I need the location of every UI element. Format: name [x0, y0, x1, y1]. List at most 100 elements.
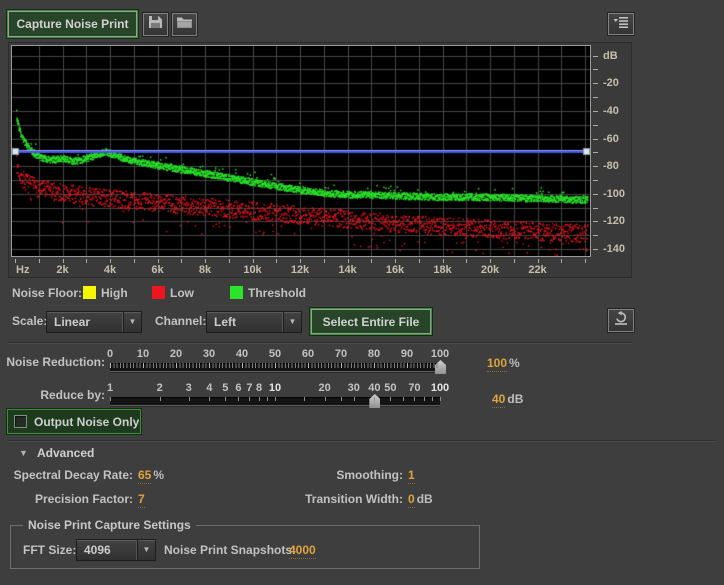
precision-factor-number[interactable]: 7 [138, 492, 145, 508]
slider-tick-label: 6 [235, 382, 241, 394]
channel-select[interactable]: Left ▼ [206, 311, 302, 333]
reduce-by-unit: dB [507, 392, 523, 406]
output-noise-only-label: Output Noise Only [34, 415, 139, 429]
x-tickmark [371, 259, 372, 263]
x-tickmark [86, 259, 87, 263]
transition-width-number[interactable]: 0 [408, 492, 415, 508]
slider-tickmark [414, 397, 415, 401]
noise-print-capture-settings-group: Noise Print Capture Settings FFT Size: 4… [10, 525, 480, 569]
legend-threshold-label: Threshold [248, 286, 306, 300]
capture-noise-print-button[interactable]: Capture Noise Print [8, 11, 137, 37]
slider-tick-label: 8 [256, 382, 262, 394]
reduce-by-value-number[interactable]: 40 [492, 392, 505, 408]
x-tick-label: 22k [528, 264, 546, 276]
x-tickmark [63, 259, 64, 263]
slider-tickmark [440, 397, 441, 401]
noise-reduction-slider[interactable]: 0102030405060708090100 [110, 348, 440, 378]
slider-tick-label: 30 [203, 348, 215, 360]
slider-tickmark [354, 397, 355, 401]
panel-menu-button[interactable] [608, 13, 634, 35]
save-icon [148, 15, 163, 34]
slider-tick-label: 100 [431, 348, 449, 360]
slider-tickmark [374, 397, 375, 401]
noise-print-snapshots-value: 4000 [289, 543, 316, 557]
y-tick-label: -100 [603, 188, 625, 200]
slider-tickmark [432, 397, 433, 401]
slider-tick-label: 50 [269, 348, 281, 360]
scale-label: Scale: [12, 314, 47, 328]
capture-highlight-box: Capture Noise Print [7, 10, 138, 38]
scale-select[interactable]: Linear ▼ [46, 311, 142, 333]
db-axis: dB-20-40-60-80-100-120-140 [593, 45, 633, 257]
noise-print-snapshots-number[interactable]: 4000 [289, 543, 316, 559]
save-noise-print-button[interactable] [143, 13, 168, 36]
frequency-axis: Hz2k4k6k8k10k12k14k16k18k20k22k [11, 258, 591, 277]
fft-size-label: FFT Size: [23, 543, 76, 557]
x-tickmark [419, 259, 420, 263]
spectrum-canvas[interactable] [12, 46, 590, 256]
slider-tickmark [238, 397, 239, 401]
advanced-header[interactable]: Advanced [37, 446, 94, 460]
slider-tickmark [403, 397, 404, 401]
slider-tick-label: 10 [137, 348, 149, 360]
slider-tick-label: 20 [170, 348, 182, 360]
slider-tick-label: 2 [157, 382, 163, 394]
x-tick-label: 18k [433, 264, 451, 276]
y-tick-label: -20 [603, 77, 619, 89]
x-tick-label: Hz [16, 264, 29, 276]
threshold-color-swatch [230, 286, 243, 299]
slider-tickmark [304, 397, 305, 401]
x-tickmark [443, 259, 444, 263]
y-tick-label: -140 [603, 243, 625, 255]
y-tick-label: -40 [603, 105, 619, 117]
precision-factor-label: Precision Factor: [0, 492, 133, 506]
noise-print-snapshots-label: Noise Print Snapshots: [164, 543, 296, 557]
fft-size-select[interactable]: 4096 ▼ [76, 539, 156, 561]
y-tick-label: dB [603, 50, 618, 62]
x-tickmark [324, 259, 325, 263]
noise-floor-legend: Noise Floor: High Low Threshold [0, 286, 724, 301]
open-noise-print-button[interactable] [172, 13, 197, 36]
scale-value: Linear [47, 315, 123, 329]
x-tick-label: 20k [481, 264, 499, 276]
x-tickmark [158, 259, 159, 263]
x-tickmark [395, 259, 396, 263]
high-color-swatch [83, 286, 96, 299]
precision-factor-value: 7 [138, 492, 147, 506]
y-tickmark [593, 249, 598, 250]
smoothing-number[interactable]: 1 [408, 468, 415, 484]
reset-icon [613, 311, 629, 330]
select-entire-file-highlight-box: Select Entire File [310, 308, 432, 335]
x-tickmark [205, 259, 206, 263]
y-tick-label: -80 [603, 160, 619, 172]
slider-tick-label: 10 [269, 382, 281, 394]
reduce-by-slider[interactable]: 12345678102030405070100 [110, 382, 440, 412]
x-tickmark [466, 259, 467, 263]
noise-reduction-label: Noise Reduction: [0, 355, 105, 369]
y-tickmark [593, 152, 598, 153]
x-tickmark [348, 259, 349, 263]
x-tickmark [490, 259, 491, 263]
advanced-disclosure-triangle[interactable]: ▼ [19, 448, 28, 458]
slider-tick-label: 50 [384, 382, 396, 394]
slider-tickmark [267, 397, 268, 401]
group-title: Noise Print Capture Settings [23, 518, 196, 532]
x-tick-label: 16k [386, 264, 404, 276]
slider-tickmark [110, 397, 111, 401]
slider-tick-label: 1 [107, 382, 113, 394]
slider-tick-label: 70 [335, 348, 347, 360]
slider-tickmark [424, 397, 425, 401]
noise-reduction-value-number[interactable]: 100 [487, 356, 507, 372]
legend-title: Noise Floor: [12, 286, 82, 300]
output-noise-only-checkbox[interactable] [14, 415, 27, 428]
transition-width-label: Transition Width: [270, 492, 403, 506]
y-tickmark [593, 56, 598, 57]
chevron-down-icon: ▼ [123, 312, 141, 332]
y-tick-label: -120 [603, 215, 625, 227]
reset-button[interactable] [608, 309, 634, 332]
divider [8, 440, 716, 441]
spectrum-plot[interactable] [11, 45, 591, 257]
spectral-decay-rate-number[interactable]: 65 [138, 468, 151, 484]
select-entire-file-button[interactable]: Select Entire File [311, 309, 431, 334]
slider-tick-label: 60 [302, 348, 314, 360]
